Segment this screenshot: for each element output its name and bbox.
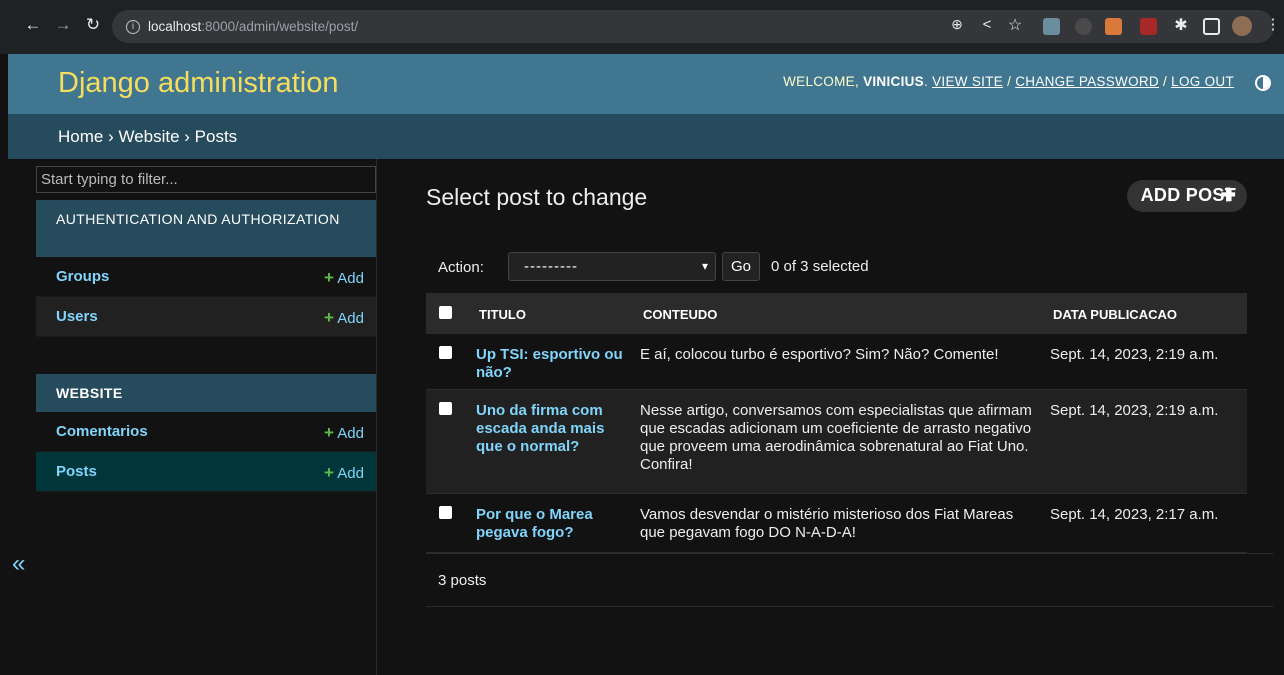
- nav-sidebar: Start typing to filter... AUTHENTICATION…: [36, 159, 377, 675]
- add-posts-button[interactable]: + Add: [324, 463, 364, 483]
- column-header-titulo[interactable]: TITULO: [479, 307, 526, 322]
- post-date: Sept. 14, 2023, 2:17 a.m.: [1050, 506, 1219, 523]
- view-site-link[interactable]: VIEW SITE: [932, 74, 1003, 89]
- info-icon[interactable]: i: [126, 19, 140, 34]
- action-bar: Action: --------- ▾ Go 0 of 3 selected: [426, 250, 1246, 284]
- select-all-checkbox[interactable]: [439, 306, 452, 319]
- puzzle-icon[interactable]: ✱: [1170, 15, 1192, 35]
- browser-toolbar: ← → ↻ i localhost:8000/admin/website/pos…: [0, 0, 1284, 54]
- result-count: 3 posts: [438, 572, 487, 589]
- divider: [426, 606, 1273, 607]
- url-text: localhost:8000/admin/website/post/: [148, 19, 359, 34]
- row-checkbox[interactable]: [439, 402, 452, 415]
- post-title-link[interactable]: Up TSI: esportivo ou não?: [476, 346, 626, 382]
- sidebar-item-groups[interactable]: Groups + Add: [36, 257, 376, 297]
- post-title-link[interactable]: Uno da firma com escada anda mais que o …: [476, 402, 626, 456]
- profile-avatar[interactable]: [1232, 16, 1252, 36]
- post-content: Vamos desvendar o mistério misterioso do…: [640, 506, 1014, 541]
- share-icon[interactable]: <: [976, 16, 998, 33]
- post-title-link[interactable]: Por que o Marea pegava fogo?: [476, 506, 626, 542]
- action-select[interactable]: --------- ▾: [508, 252, 716, 281]
- add-groups-button[interactable]: + Add: [324, 268, 364, 288]
- change-password-link[interactable]: CHANGE PASSWORD: [1015, 74, 1159, 89]
- breadcrumb[interactable]: Home › Website › Posts: [8, 114, 1284, 159]
- results-table: TITULO CONTEUDO DATA PUBLICACAO Up TSI: …: [426, 293, 1247, 553]
- table-header: TITULO CONTEUDO DATA PUBLICACAO: [426, 293, 1247, 334]
- sidebar-item-posts[interactable]: Posts + Add: [36, 452, 376, 492]
- selection-counter: 0 of 3 selected: [771, 258, 869, 275]
- extension-icon-2[interactable]: [1075, 18, 1092, 35]
- sidebar-item-users[interactable]: Users + Add: [36, 297, 376, 337]
- divider: [426, 553, 1273, 554]
- plus-icon: ✚: [1220, 185, 1236, 205]
- table-row: Por que o Marea pegava fogo? Vamos desve…: [426, 494, 1247, 553]
- star-icon[interactable]: ☆: [1004, 15, 1026, 35]
- plus-icon: +: [324, 423, 334, 442]
- plus-icon: +: [324, 268, 334, 287]
- address-bar[interactable]: i localhost:8000/admin/website/post/: [112, 10, 1274, 43]
- plus-icon: +: [324, 308, 334, 327]
- column-header-conteudo[interactable]: CONTEUDO: [643, 307, 717, 322]
- post-content: E aí, colocou turbo é esportivo? Sim? Nã…: [640, 346, 999, 363]
- go-button[interactable]: Go: [722, 252, 760, 281]
- forward-icon[interactable]: →: [52, 15, 74, 35]
- row-checkbox[interactable]: [439, 506, 452, 519]
- column-header-data[interactable]: DATA PUBLICACAO: [1053, 307, 1177, 322]
- module-caption-website[interactable]: WEBSITE: [36, 374, 376, 412]
- row-checkbox[interactable]: [439, 346, 452, 359]
- sidepanel-icon[interactable]: [1203, 18, 1220, 35]
- module-caption-auth[interactable]: AUTHENTICATION AND AUTHORIZATION: [36, 200, 376, 257]
- zoom-icon[interactable]: ⊕: [946, 16, 968, 33]
- ublock-icon[interactable]: [1140, 18, 1157, 35]
- more-menu-icon[interactable]: ⋮: [1262, 15, 1284, 33]
- add-comentarios-button[interactable]: + Add: [324, 423, 364, 443]
- add-users-button[interactable]: + Add: [324, 308, 364, 328]
- metamask-icon[interactable]: [1105, 18, 1122, 35]
- plus-icon: +: [324, 463, 334, 482]
- username: VINICIUS: [863, 74, 924, 89]
- log-out-link[interactable]: LOG OUT: [1171, 74, 1234, 89]
- chevron-down-icon: ▾: [701, 259, 709, 273]
- post-content: Nesse artigo, conversamos com especialis…: [640, 402, 1032, 473]
- theme-toggle-icon[interactable]: [1255, 75, 1271, 91]
- table-row: Uno da firma com escada anda mais que o …: [426, 390, 1247, 494]
- post-date: Sept. 14, 2023, 2:19 a.m.: [1050, 346, 1219, 363]
- sidebar-item-comentarios[interactable]: Comentarios + Add: [36, 412, 376, 452]
- user-tools: WELCOME, VINICIUS. VIEW SITE / CHANGE PA…: [783, 74, 1234, 89]
- nav-filter-input[interactable]: Start typing to filter...: [36, 166, 376, 193]
- post-date: Sept. 14, 2023, 2:19 a.m.: [1050, 402, 1219, 419]
- site-brand[interactable]: Django administration: [58, 67, 338, 100]
- site-header: Django administration WELCOME, VINICIUS.…: [8, 54, 1284, 114]
- extension-icon-1[interactable]: [1043, 18, 1060, 35]
- toggle-sidebar-icon[interactable]: «: [12, 550, 25, 578]
- add-post-button[interactable]: ADD POST ✚: [1127, 180, 1247, 212]
- page-title: Select post to change: [426, 184, 648, 210]
- action-label: Action:: [438, 259, 484, 276]
- reload-icon[interactable]: ↻: [82, 15, 104, 35]
- table-row: Up TSI: esportivo ou não? E aí, colocou …: [426, 334, 1247, 390]
- back-icon[interactable]: ←: [22, 15, 44, 35]
